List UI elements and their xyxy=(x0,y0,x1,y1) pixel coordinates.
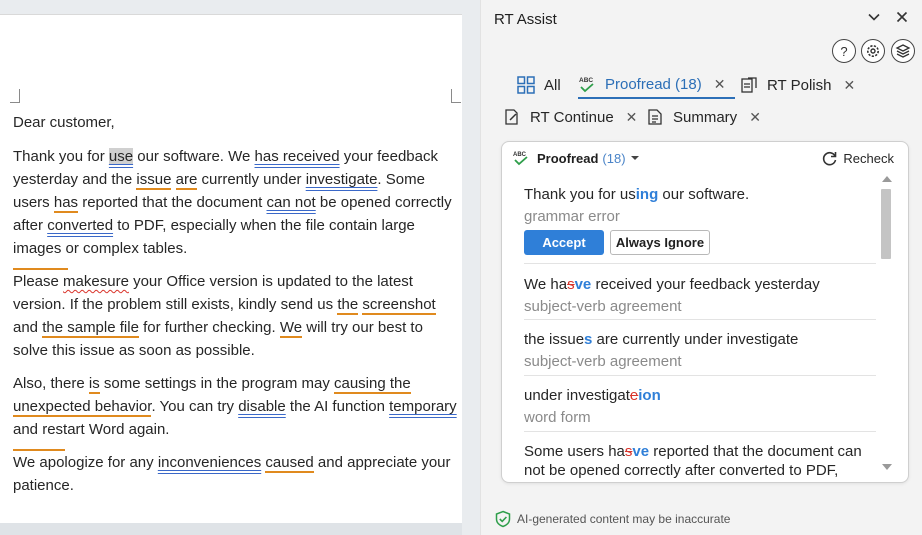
issue-sentence: Thank you for using our software. xyxy=(524,186,750,203)
accept-button[interactable]: Accept xyxy=(524,230,604,255)
issue-type: subject-verb agreement xyxy=(524,353,682,370)
error-mark[interactable]: causing the xyxy=(333,375,411,394)
close-icon[interactable] xyxy=(893,10,911,28)
issue-type: grammar error xyxy=(524,208,620,225)
disclaimer-text: AI-generated content may be inaccurate xyxy=(517,512,731,526)
paragraph-4: We apologize for any inconveniences caus… xyxy=(13,454,451,494)
help-icon[interactable]: ? xyxy=(832,39,856,63)
issues-scrollbar[interactable] xyxy=(880,176,892,472)
paragraph-2: Please makesure your Office version is u… xyxy=(13,273,436,359)
error-mark[interactable]: unexpected behavior xyxy=(13,398,152,417)
refresh-icon xyxy=(823,151,837,166)
panel-title: RT Assist xyxy=(494,11,557,28)
issue-item[interactable]: We hasve received your feedback yesterda… xyxy=(524,275,876,320)
error-mark[interactable]: inconveniences xyxy=(158,454,261,471)
rt-assist-panel: RT Assist ? All ABC Proofread (18) ✕ RT … xyxy=(480,0,922,535)
issue-item[interactable]: under investigateion word form xyxy=(524,386,876,432)
ai-disclaimer: AI-generated content may be inaccurate xyxy=(494,510,730,528)
svg-text:ABC: ABC xyxy=(513,152,527,158)
spelling-error-mark[interactable]: makesure xyxy=(63,273,129,290)
error-mark[interactable]: has xyxy=(53,194,79,213)
error-mark[interactable]: are xyxy=(175,171,198,190)
scroll-up-arrow-icon[interactable] xyxy=(882,176,892,182)
document-area: Dear customer, Thank you for use our sof… xyxy=(0,0,480,535)
tab-rt-continue-label: RT Continue xyxy=(530,108,614,126)
proofread-card: ABC Proofread (18) Recheck Thank you for… xyxy=(501,141,909,483)
gear-icon[interactable] xyxy=(861,39,885,63)
issue-sentence: We hasve received your feedback yesterda… xyxy=(524,276,820,293)
error-mark[interactable]: investigate xyxy=(306,171,378,188)
close-icon[interactable]: ✕ xyxy=(749,109,761,126)
caret-down-icon[interactable] xyxy=(630,154,640,162)
recheck-button[interactable]: Recheck xyxy=(821,150,894,167)
error-mark[interactable]: caused xyxy=(265,454,314,473)
tab-summary-label: Summary xyxy=(673,108,738,126)
issue-sentence: Some users hasve reported that the docum… xyxy=(524,443,862,479)
paragraph-1: Thank you for use our software. We has r… xyxy=(13,148,452,257)
abc-check-icon: ABC xyxy=(579,77,594,93)
error-mark[interactable]: the xyxy=(337,296,359,315)
tab-all[interactable]: All xyxy=(517,71,561,99)
svg-text:ABC: ABC xyxy=(579,77,593,84)
error-mark[interactable]: converted xyxy=(47,217,113,234)
issue-item[interactable]: the issues are currently under investiga… xyxy=(524,330,876,376)
error-mark[interactable]: screenshot xyxy=(362,296,436,315)
tab-proofread-label: Proofread (18) xyxy=(605,75,702,93)
proofread-header[interactable]: ABC Proofread (18) xyxy=(513,150,640,166)
close-icon[interactable]: ✕ xyxy=(843,77,855,94)
tab-rt-polish[interactable]: RT Polish ✕ xyxy=(740,71,855,99)
shield-check-icon xyxy=(495,510,511,528)
error-mark[interactable]: disable xyxy=(238,398,286,415)
error-mark[interactable]: issue xyxy=(136,171,172,190)
grid-icon xyxy=(517,76,535,94)
issue-type: subject-verb agreement xyxy=(524,298,682,315)
continue-doc-icon xyxy=(505,109,518,125)
always-ignore-button[interactable]: Always Ignore xyxy=(610,230,710,255)
close-icon[interactable]: ✕ xyxy=(626,109,638,126)
chevron-down-icon[interactable] xyxy=(865,10,883,28)
polish-doc-icon xyxy=(741,77,757,93)
layers-icon[interactable] xyxy=(891,39,915,63)
document-bottom-bar xyxy=(0,523,462,535)
document-page[interactable]: Dear customer, Thank you for use our sof… xyxy=(0,14,462,523)
tab-rt-continue[interactable]: RT Continue ✕ xyxy=(503,103,637,131)
error-mark[interactable]: use xyxy=(108,148,134,165)
issue-sentence: the issues are currently under investiga… xyxy=(524,331,799,348)
error-mark[interactable]: can not xyxy=(267,194,316,211)
issue-type: word form xyxy=(524,409,591,426)
issue-item[interactable]: Some users hasve reported that the docum… xyxy=(524,442,876,480)
tab-proofread[interactable]: ABC Proofread (18) ✕ xyxy=(578,71,735,99)
recheck-label: Recheck xyxy=(843,151,894,166)
tab-summary[interactable]: Summary ✕ xyxy=(646,103,761,131)
margin-corner-right xyxy=(451,89,461,103)
margin-corner-left xyxy=(10,89,20,103)
error-mark[interactable]: is xyxy=(88,375,100,394)
proofread-title: Proofread xyxy=(537,150,599,166)
error-mark[interactable]: the sample file xyxy=(42,319,139,338)
abc-check-icon: ABC xyxy=(513,152,528,166)
close-icon[interactable]: ✕ xyxy=(714,76,726,93)
scroll-down-arrow-icon[interactable] xyxy=(882,464,892,470)
error-mark[interactable]: We xyxy=(279,319,303,338)
paragraph-3: Also, there is some settings in the prog… xyxy=(13,375,457,438)
greeting-paragraph: Dear customer, xyxy=(13,114,115,131)
error-mark[interactable]: temporary xyxy=(389,398,457,415)
scroll-thumb[interactable] xyxy=(881,189,891,259)
issue-count: (18) xyxy=(602,150,626,166)
error-mark[interactable]: has received xyxy=(255,148,340,165)
summary-doc-icon xyxy=(648,109,662,125)
tab-all-label: All xyxy=(544,76,561,94)
tab-rt-polish-label: RT Polish xyxy=(767,76,832,94)
issue-sentence: under investigateion xyxy=(524,387,661,404)
